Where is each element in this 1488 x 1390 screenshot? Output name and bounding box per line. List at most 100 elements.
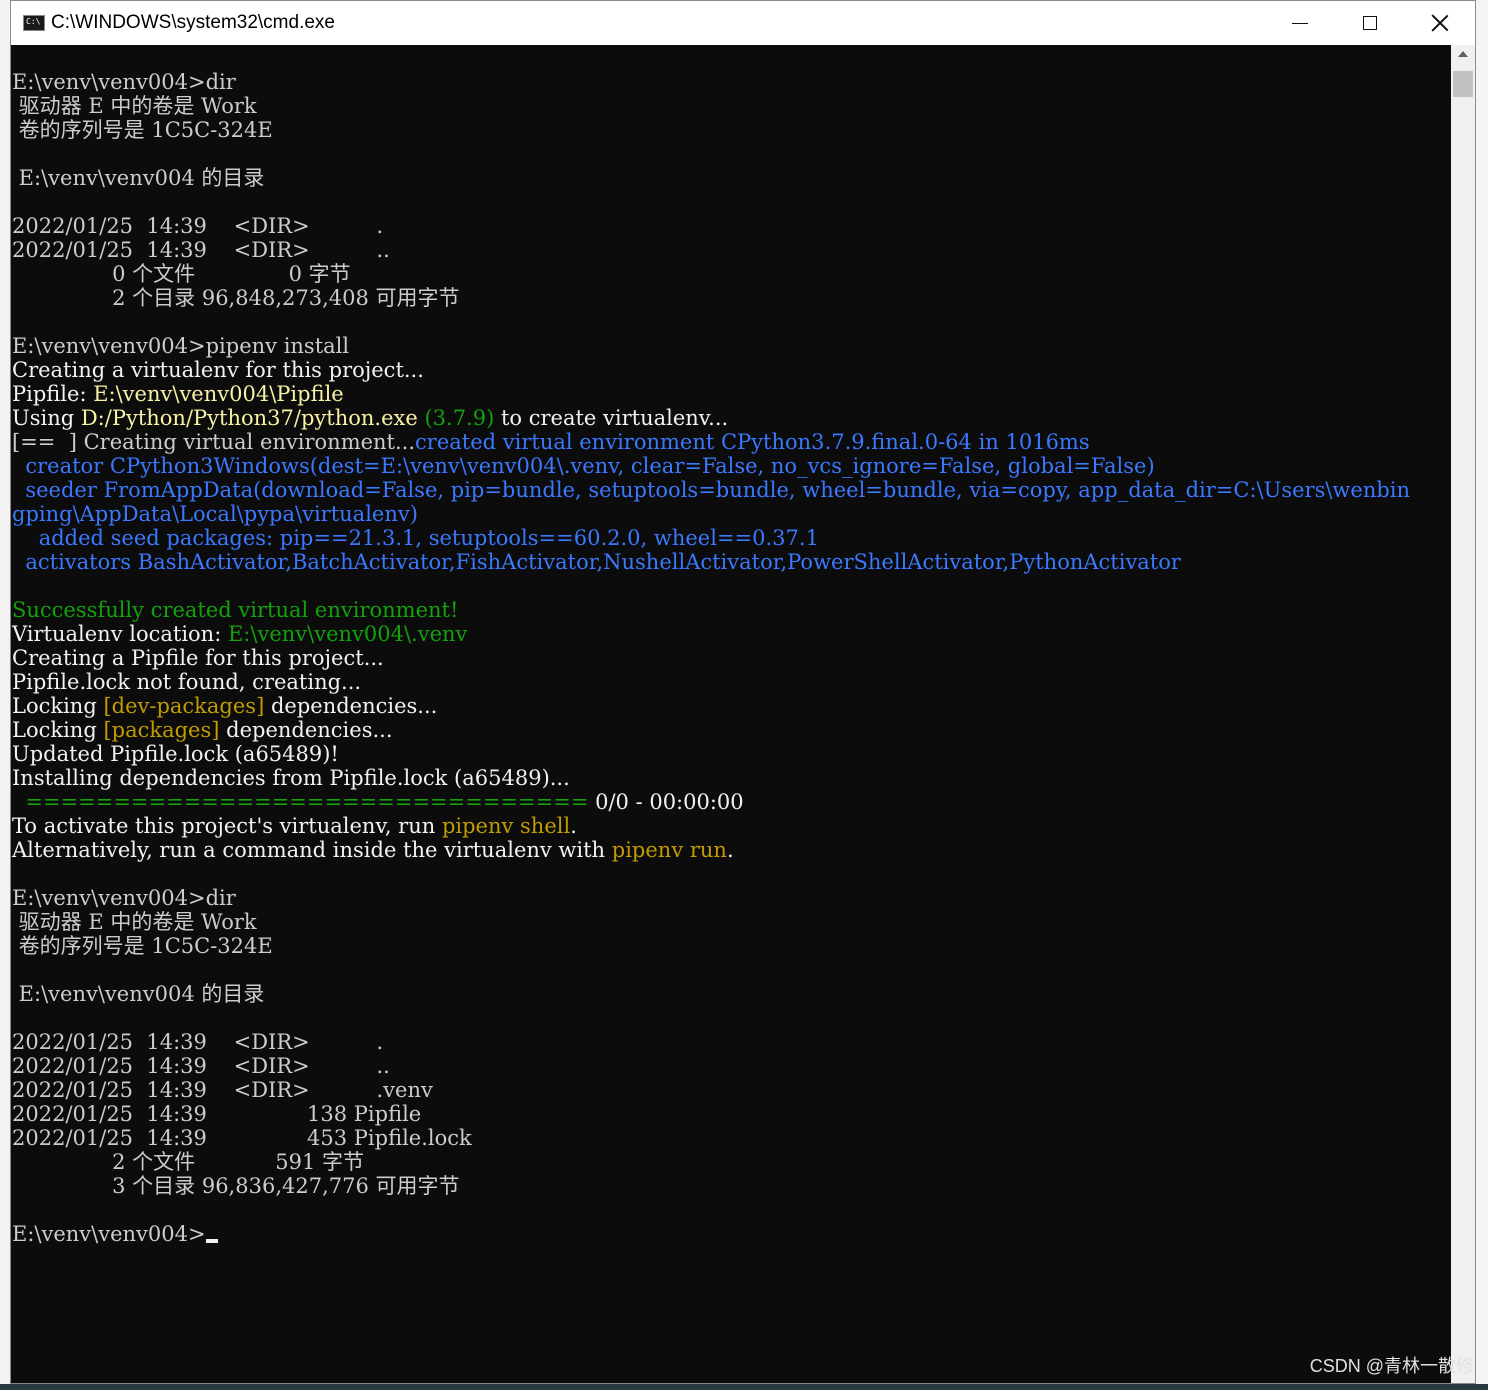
console-text: D:/Python/Python37/python.exe [80,406,418,430]
console-text: 2022/01/25 14:39 <DIR> . [12,214,384,238]
console-line: 2 个文件 591 字节 [12,1150,1452,1174]
console-text: Pipfile: [12,382,94,406]
console-line: Installing dependencies from Pipfile.loc… [12,766,1452,790]
console-text: activators BashActivator,BatchActivator,… [12,550,1181,574]
console-text: 卷的序列号是 1C5C-324E [12,118,273,142]
console-line: 2022/01/25 14:39 <DIR> .venv [12,1078,1452,1102]
console-line: 驱动器 E 中的卷是 Work [12,910,1452,934]
console-line: Locking [packages] dependencies... [12,718,1452,742]
console-text: Using [12,406,81,430]
console-text: [dev-packages] [103,694,265,718]
maximize-button[interactable] [1335,1,1405,45]
console-line: Updated Pipfile.lock (a65489)! [12,742,1452,766]
console-line: 3 个目录 96,836,427,776 可用字节 [12,1174,1452,1198]
scroll-thumb[interactable] [1453,71,1473,97]
console-text: E:\venv\venv004>pipenv install [12,334,350,358]
console-text: added seed packages: pip==21.3.1, setupt… [12,526,819,550]
console-line: E:\venv\venv004 的目录 [12,166,1452,190]
console-text: Creating a virtualenv for this project..… [12,358,424,382]
close-button[interactable] [1405,1,1475,45]
console-line: 2022/01/25 14:39 <DIR> .. [12,238,1452,262]
console-line: To activate this project's virtualenv, r… [12,814,1452,838]
console-line: Successfully created virtual environment… [12,598,1452,622]
console-line: Using D:/Python/Python37/python.exe (3.7… [12,406,1452,430]
console-line: seeder FromAppData(download=False, pip=b… [12,478,1452,502]
console-text: 0 个文件 0 字节 [12,262,351,286]
console-text: E:\venv\venv004\Pipfile [93,382,344,406]
console-text: Creating a Pipfile for this project... [12,646,384,670]
console-text: 2 个文件 591 字节 [12,1150,365,1174]
console-text: 2022/01/25 14:39 <DIR> .. [12,238,390,262]
cmd-icon[interactable] [23,15,45,31]
console-line: 2022/01/25 14:39 <DIR> .. [12,1054,1452,1078]
console-text: creator CPython3Windows(dest=E:\venv\ven… [12,454,1155,478]
console-text: 驱动器 E 中的卷是 Work [12,910,257,934]
console-text: 2022/01/25 14:39 453 Pipfile.lock [12,1126,472,1150]
vertical-scrollbar[interactable] [1451,45,1475,1383]
background-left-strip [0,0,10,1390]
console-text: dependencies... [219,718,393,742]
console-text: gping\AppData\Local\pypa\virtualenv) [12,502,418,526]
console-text: [packages] [103,718,220,742]
close-icon [1431,14,1449,32]
console-line: Pipfile: E:\venv\venv004\Pipfile [12,382,1452,406]
console-text: E:\venv\venv004> [12,1222,206,1246]
console-text: ================================ [12,790,589,814]
console-text: E:\venv\venv004 的目录 [12,166,265,190]
console-text: Locking [12,694,104,718]
console-text: E:\venv\venv004 的目录 [12,982,265,1006]
console-line: E:\venv\venv004>dir [12,70,1452,94]
console-text: 2 个目录 96,848,273,408 可用字节 [12,286,460,310]
console-text: 2022/01/25 14:39 <DIR> .. [12,1054,390,1078]
console-text: 0/0 - 00:00:00 [588,790,744,814]
console-text: 3 个目录 96,836,427,776 可用字节 [12,1174,460,1198]
window-title: C:\WINDOWS\system32\cmd.exe [51,12,335,33]
console-text: E:\venv\venv004\.venv [227,622,468,646]
minimize-button[interactable] [1265,1,1335,45]
console-text: 2022/01/25 14:39 <DIR> . [12,1030,384,1054]
console-line: activators BashActivator,BatchActivator,… [12,550,1452,574]
console-line: 卷的序列号是 1C5C-324E [12,934,1452,958]
console-text: 卷的序列号是 1C5C-324E [12,934,273,958]
console-text: E:\venv\venv004>dir [12,886,236,910]
console-text: E:\venv\venv004>dir [12,70,236,94]
console-text: Successfully created virtual environment… [12,598,459,622]
console-text: To activate this project's virtualenv, r… [12,814,442,838]
console-line: E:\venv\venv004>dir [12,886,1452,910]
console-line: 卷的序列号是 1C5C-324E [12,118,1452,142]
console-text: seeder FromAppData(download=False, pip=b… [12,478,1411,502]
console-line: 驱动器 E 中的卷是 Work [12,94,1452,118]
console-text: [== ] Creating virtual environment... [12,430,416,454]
console-line: 0 个文件 0 字节 [12,262,1452,286]
console-line: E:\venv\venv004> [12,1222,1452,1246]
console-output[interactable]: E:\venv\venv004>dir 驱动器 E 中的卷是 Work 卷的序列… [11,70,1452,1383]
console-line: Creating a virtualenv for this project..… [12,358,1452,382]
console-text: 2022/01/25 14:39 <DIR> .venv [12,1078,433,1102]
console-line: Creating a Pipfile for this project... [12,646,1452,670]
title-bar[interactable]: C:\WINDOWS\system32\cmd.exe [11,1,1475,45]
maximize-icon [1363,16,1377,30]
console-line: Locking [dev-packages] dependencies... [12,694,1452,718]
console-text: 驱动器 E 中的卷是 Work [12,94,257,118]
console-line: Pipfile.lock not found, creating... [12,670,1452,694]
console-line: creator CPython3Windows(dest=E:\venv\ven… [12,454,1452,478]
scroll-up-arrow-icon[interactable] [1458,51,1468,57]
console-line: 2022/01/25 14:39 <DIR> . [12,1030,1452,1054]
console-line: [== ] Creating virtual environment...cre… [12,430,1452,454]
console-text: created virtual environment CPython3.7.9… [415,430,1090,454]
console-line: added seed packages: pip==21.3.1, setupt… [12,526,1452,550]
console-text: dependencies... [264,694,438,718]
background-right-strip [1476,0,1488,1390]
console-line: 2022/01/25 14:39 453 Pipfile.lock [12,1126,1452,1150]
console-text: Alternatively, run a command inside the … [12,838,612,862]
console-line: gping\AppData\Local\pypa\virtualenv) [12,502,1452,526]
console-text: (3.7.9) [424,406,495,430]
console-text: pipenv shell [441,814,571,838]
console-text: . [726,838,734,862]
console-text: pipenv run [611,838,727,862]
